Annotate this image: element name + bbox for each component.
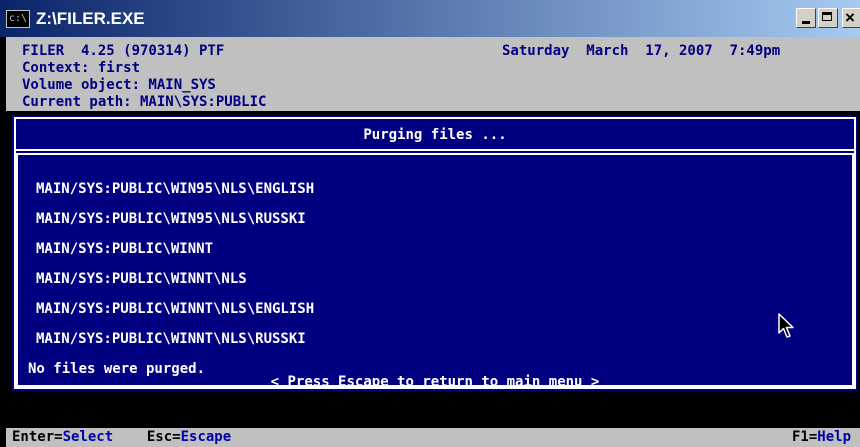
f1-key-label: F1= xyxy=(792,429,818,445)
close-icon: × xyxy=(845,8,855,27)
maximize-button[interactable] xyxy=(818,8,838,28)
mouse-cursor-icon xyxy=(778,313,794,338)
window-title: Z:\FILER.EXE xyxy=(36,9,145,28)
console-icon[interactable]: c:\ xyxy=(6,10,30,28)
enter-key-label: Enter= xyxy=(12,429,63,445)
console-window: c:\ Z:\FILER.EXE × FILER 4.25 (970314) P… xyxy=(0,0,860,447)
volume-object-line: Volume object: MAIN_SYS xyxy=(22,77,216,93)
title-bar[interactable]: c:\ Z:\FILER.EXE × xyxy=(0,0,860,37)
purged-path-item: MAIN/SYS:PUBLIC\WINNT xyxy=(36,241,214,257)
status-left: Enter=Select Esc=Escape xyxy=(12,428,231,447)
purged-path-item: MAIN/SYS:PUBLIC\WIN95\NLS\RUSSKI xyxy=(36,211,306,227)
escape-hint: < Press Escape to return to main menu > xyxy=(270,374,600,390)
filer-version: FILER 4.25 (970314) PTF xyxy=(22,43,225,59)
help-action[interactable]: Help xyxy=(817,429,851,445)
escape-action[interactable]: Escape xyxy=(181,429,232,445)
current-path-line: Current path: MAIN\SYS:PUBLIC xyxy=(22,94,267,110)
dialog-title: Purging files ... xyxy=(363,127,507,143)
filer-header: FILER 4.25 (970314) PTF Context: first V… xyxy=(6,37,860,111)
esc-key-label: Esc= xyxy=(146,429,181,445)
select-action[interactable]: Select xyxy=(63,429,114,445)
purged-path-item: MAIN/SYS:PUBLIC\WINNT\NLS\RUSSKI xyxy=(36,331,306,347)
status-right: F1=Help xyxy=(792,428,851,447)
date-time: Saturday March 17, 2007 7:49pm xyxy=(502,43,781,59)
status-bar: Enter=Select Esc=Escape F1=Help xyxy=(6,428,860,447)
console-area: FILER 4.25 (970314) PTF Context: first V… xyxy=(6,37,860,447)
purged-path-item: MAIN/SYS:PUBLIC\WINNT\NLS\ENGLISH xyxy=(36,301,315,317)
context-line: Context: first xyxy=(22,60,141,76)
maximize-icon xyxy=(822,12,832,21)
close-button[interactable]: × xyxy=(842,8,860,28)
purged-path-item: MAIN/SYS:PUBLIC\WINNT\NLS xyxy=(36,271,247,287)
purged-path-item: MAIN/SYS:PUBLIC\WIN95\NLS\ENGLISH xyxy=(36,181,315,197)
minimize-button[interactable] xyxy=(796,8,816,28)
purge-dialog: Purging files ... MAIN/SYS:PUBLIC\WIN95\… xyxy=(12,115,858,391)
minimize-icon xyxy=(802,21,810,24)
